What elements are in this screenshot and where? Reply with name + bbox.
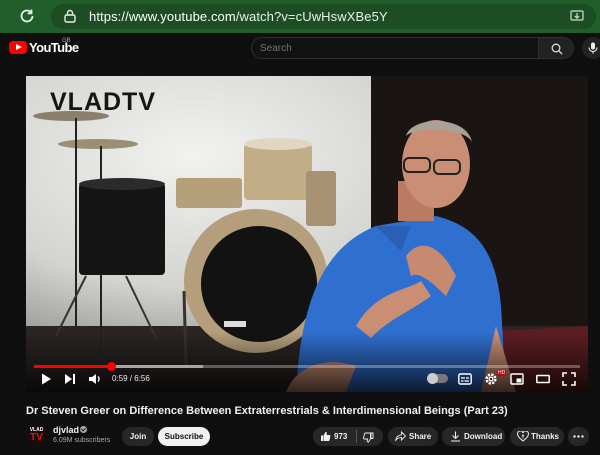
progress-bar[interactable] — [34, 362, 580, 371]
miniplayer-icon[interactable] — [510, 372, 524, 386]
settings-gear-icon[interactable] — [484, 372, 498, 386]
url-text[interactable]: https://www.youtube.com/watch?v=cUwHswXB… — [89, 9, 388, 24]
thumbs-down-icon[interactable] — [363, 432, 374, 443]
url-path: /watch?v=cUwHswXBe5Y — [235, 9, 388, 24]
subtitles-icon[interactable] — [458, 372, 472, 386]
lock-icon[interactable] — [64, 9, 76, 23]
youtube-logo-text[interactable]: YouTube — [29, 40, 79, 55]
install-app-icon[interactable] — [570, 10, 584, 23]
thanks-button[interactable]: Thanks — [510, 427, 564, 446]
search-box[interactable] — [251, 37, 539, 59]
video-title: Dr Steven Greer on Difference Between Ex… — [26, 405, 508, 417]
play-icon[interactable] — [40, 372, 52, 386]
more-horizontal-icon — [573, 435, 584, 438]
download-button[interactable]: Download — [442, 427, 505, 446]
like-count[interactable]: 973 — [334, 427, 347, 446]
microphone-icon — [588, 42, 598, 54]
next-video-icon[interactable] — [64, 372, 76, 386]
avatar-logo-bottom: TV — [30, 432, 43, 443]
search-input[interactable] — [260, 43, 520, 54]
theater-mode-icon[interactable] — [536, 372, 550, 386]
subscribe-button[interactable]: Subscribe — [158, 427, 210, 446]
more-actions-button[interactable] — [568, 427, 589, 446]
progress-scrubber[interactable] — [107, 362, 117, 371]
verified-check-icon — [80, 426, 87, 433]
progress-played — [34, 365, 112, 368]
channel-avatar[interactable]: VLAD TV — [26, 424, 47, 445]
region-code: GB — [62, 38, 71, 44]
subscriber-count: 6.09M subscribers — [53, 437, 111, 444]
youtube-logo-icon[interactable] — [9, 41, 27, 54]
fullscreen-icon[interactable] — [562, 372, 576, 386]
super-thanks-icon — [517, 431, 529, 442]
share-label: Share — [409, 432, 432, 441]
volume-icon[interactable] — [88, 372, 102, 386]
download-icon — [451, 431, 460, 442]
video-player[interactable]: VLADTV 0:59 / 6:56 HD — [26, 76, 588, 392]
subscribe-label: Subscribe — [164, 432, 204, 441]
share-button[interactable]: Share — [388, 427, 438, 446]
channel-watermark: VLADTV — [50, 88, 156, 116]
time-display: 0:59 / 6:56 — [112, 374, 150, 383]
download-label: Download — [464, 432, 503, 441]
search-button[interactable] — [538, 37, 574, 59]
url-domain: https://www.youtube.com — [89, 9, 236, 24]
hd-badge: HD — [497, 370, 507, 376]
thanks-label: Thanks — [531, 432, 560, 441]
channel-name[interactable]: djvlad — [53, 425, 79, 435]
autoplay-toggle[interactable] — [427, 373, 448, 384]
reload-icon[interactable] — [18, 7, 36, 25]
like-dislike-group: 973 — [313, 427, 383, 446]
search-icon — [551, 43, 563, 55]
voice-search-button[interactable] — [582, 37, 600, 59]
thumbs-up-icon[interactable] — [320, 431, 331, 442]
like-divider — [356, 430, 357, 443]
share-icon — [395, 431, 406, 442]
join-button[interactable]: Join — [122, 427, 154, 446]
join-label: Join — [129, 432, 147, 441]
